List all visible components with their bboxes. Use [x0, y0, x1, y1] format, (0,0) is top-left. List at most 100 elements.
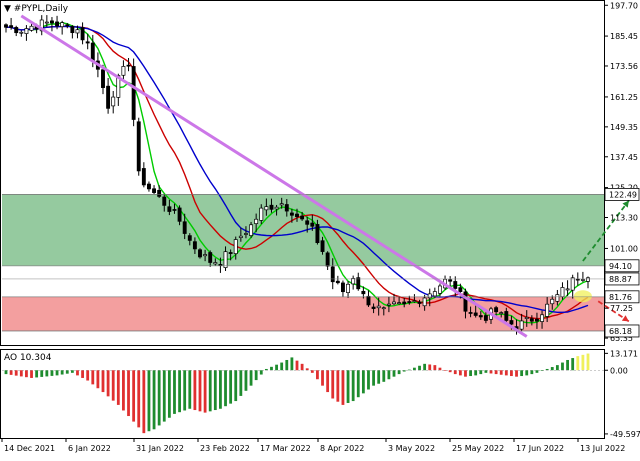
- ao-bar: [142, 370, 146, 434]
- candle-body: [550, 298, 555, 305]
- ao-bar: [111, 370, 115, 401]
- ao-bar: [270, 366, 273, 371]
- candle-body: [121, 66, 126, 76]
- candle-body: [295, 213, 299, 217]
- candle-body: [437, 285, 442, 294]
- candle-body: [233, 239, 238, 254]
- candle-body: [152, 188, 157, 193]
- candle-body: [172, 209, 177, 211]
- ao-bar: [372, 370, 375, 386]
- moving-average-line: [5, 25, 589, 320]
- ao-bar: [331, 370, 335, 399]
- candle-body: [422, 297, 427, 307]
- candle-body: [249, 224, 254, 236]
- ao-bar: [167, 370, 171, 418]
- candle-body: [356, 277, 361, 290]
- candle-body: [575, 278, 580, 281]
- candle-body: [412, 300, 417, 303]
- candle-body: [223, 251, 228, 268]
- x-tick-label: 23 Feb 2022: [200, 444, 250, 453]
- ao-bar: [147, 370, 151, 432]
- ao-bar: [65, 370, 69, 374]
- candle-body: [402, 301, 407, 305]
- candle-body: [238, 235, 243, 238]
- ao-bar: [494, 370, 498, 375]
- ao-bar: [40, 370, 44, 377]
- ao-bar: [428, 364, 432, 371]
- candle-body: [432, 291, 437, 297]
- x-tick-label: 31 Jan 2022: [136, 444, 184, 453]
- candle-body: [519, 320, 524, 330]
- ao-bar: [555, 365, 559, 371]
- zone-resistance: [2, 194, 604, 266]
- ao-bar: [86, 370, 90, 381]
- ao-bar: [356, 370, 360, 398]
- ao-bar: [239, 370, 243, 396]
- ao-bar: [280, 362, 284, 371]
- candle-body: [386, 303, 391, 306]
- ao-bar: [561, 362, 564, 371]
- price-label-text: 88.87: [609, 275, 632, 284]
- price-label-text: 122.49: [609, 190, 637, 199]
- trendline: [20, 14, 528, 338]
- candle-body: [14, 27, 19, 34]
- ao-bar: [25, 370, 28, 378]
- candle-body: [279, 203, 284, 206]
- ao-bar: [35, 370, 39, 378]
- ao-bar: [321, 370, 324, 386]
- moving-average-line: [5, 21, 589, 324]
- zone-support: [2, 296, 604, 331]
- ao-bar: [586, 353, 590, 371]
- ao-bar: [4, 370, 8, 375]
- candle-body: [310, 222, 315, 227]
- candle-body: [545, 303, 550, 317]
- x-tick-label: 17 Mar 2022: [260, 444, 311, 453]
- ao-bar: [499, 370, 503, 375]
- ao-bar: [173, 370, 176, 414]
- ao-bar: [571, 358, 575, 371]
- candle-body: [228, 252, 233, 254]
- ao-bar: [464, 370, 467, 377]
- candle-body: [478, 315, 483, 318]
- ao-bar: [341, 370, 345, 405]
- chart-root: 197.70185.45173.56161.25149.35137.45125.…: [0, 0, 640, 457]
- candle-body: [70, 26, 75, 34]
- candle-body: [9, 25, 14, 28]
- ao-bar: [19, 370, 23, 377]
- candle-body: [274, 206, 279, 210]
- chart-title: ▼ #PYPL,Daily: [4, 4, 69, 14]
- candle-body: [580, 279, 585, 281]
- ao-bar: [45, 370, 49, 377]
- ao-bar: [132, 370, 136, 422]
- ao-bar: [382, 370, 386, 382]
- y-tick-label: 137.45: [610, 153, 638, 162]
- candle-body: [182, 221, 187, 234]
- candle-body: [208, 252, 213, 263]
- ao-bar: [581, 354, 585, 371]
- candle-body: [101, 69, 105, 88]
- x-tick-label: 6 Jan 2022: [68, 444, 111, 453]
- ao-bar: [295, 360, 299, 371]
- ao-bars-layer: [2, 353, 604, 434]
- candle-body: [509, 320, 514, 325]
- ao-bar: [392, 370, 396, 377]
- ao-bar: [326, 370, 330, 393]
- x-tick-label: 8 Apr 2022: [320, 444, 364, 453]
- candle-body: [29, 25, 34, 31]
- price-label-text: 81.76: [609, 293, 632, 302]
- ao-bar: [193, 370, 197, 411]
- candle-body: [453, 281, 458, 289]
- ao-bar: [525, 370, 529, 376]
- candle-body: [49, 20, 54, 24]
- ao-bar: [30, 370, 33, 378]
- candle-body: [524, 317, 529, 319]
- candle-body: [448, 279, 453, 282]
- candle-body: [335, 280, 340, 284]
- ao-bar: [122, 370, 125, 411]
- candle-body: [381, 307, 386, 310]
- candle-body: [19, 31, 24, 34]
- ao-bar: [76, 370, 79, 376]
- ao-bar: [198, 370, 202, 412]
- candle-body: [483, 315, 488, 321]
- candle-body: [269, 204, 274, 210]
